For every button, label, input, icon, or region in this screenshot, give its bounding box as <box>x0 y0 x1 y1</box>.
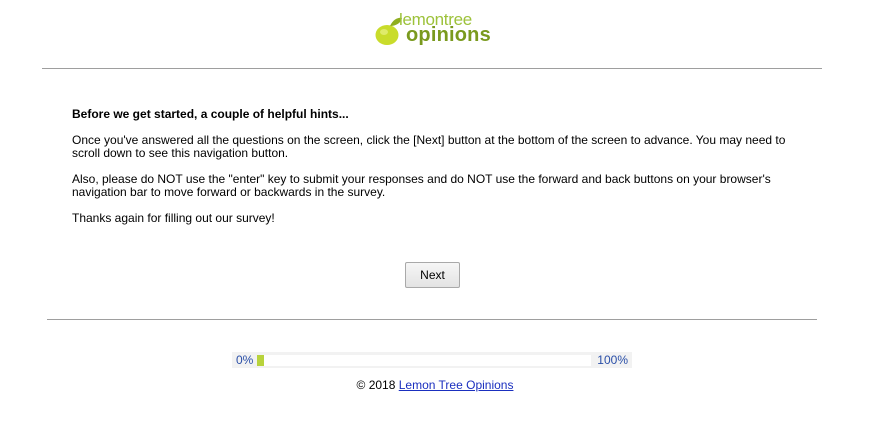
footer: © 2018 Lemon Tree Opinions <box>0 378 870 392</box>
next-button[interactable]: Next <box>405 262 460 288</box>
hints-paragraph-enter-key: Also, please do NOT use the "enter" key … <box>72 172 771 199</box>
progress-fill <box>257 355 264 366</box>
progress-track <box>257 355 591 366</box>
footer-divider <box>47 319 817 320</box>
hints-paragraph-next-button: Once you've answered all the questions o… <box>72 133 786 160</box>
hints-paragraph-thanks: Thanks again for filling out our survey! <box>72 211 275 225</box>
lemon-tree-opinions-link[interactable]: Lemon Tree Opinions <box>399 378 514 392</box>
hints-heading: Before we get started, a couple of helpf… <box>72 107 349 121</box>
survey-progress-bar: 0% 100% <box>232 352 632 368</box>
progress-end-label: 100% <box>597 353 628 367</box>
copyright-text: © 2018 <box>356 378 399 392</box>
lemontree-opinions-logo: lemontree opinions <box>374 11 494 47</box>
hints-section: Before we get started, a couple of helpf… <box>72 108 802 238</box>
survey-page: lemontree opinions Before we get started… <box>0 0 870 441</box>
header-divider <box>42 68 822 69</box>
logo-wordmark-bottom: opinions <box>406 24 491 46</box>
progress-start-label: 0% <box>236 353 254 367</box>
